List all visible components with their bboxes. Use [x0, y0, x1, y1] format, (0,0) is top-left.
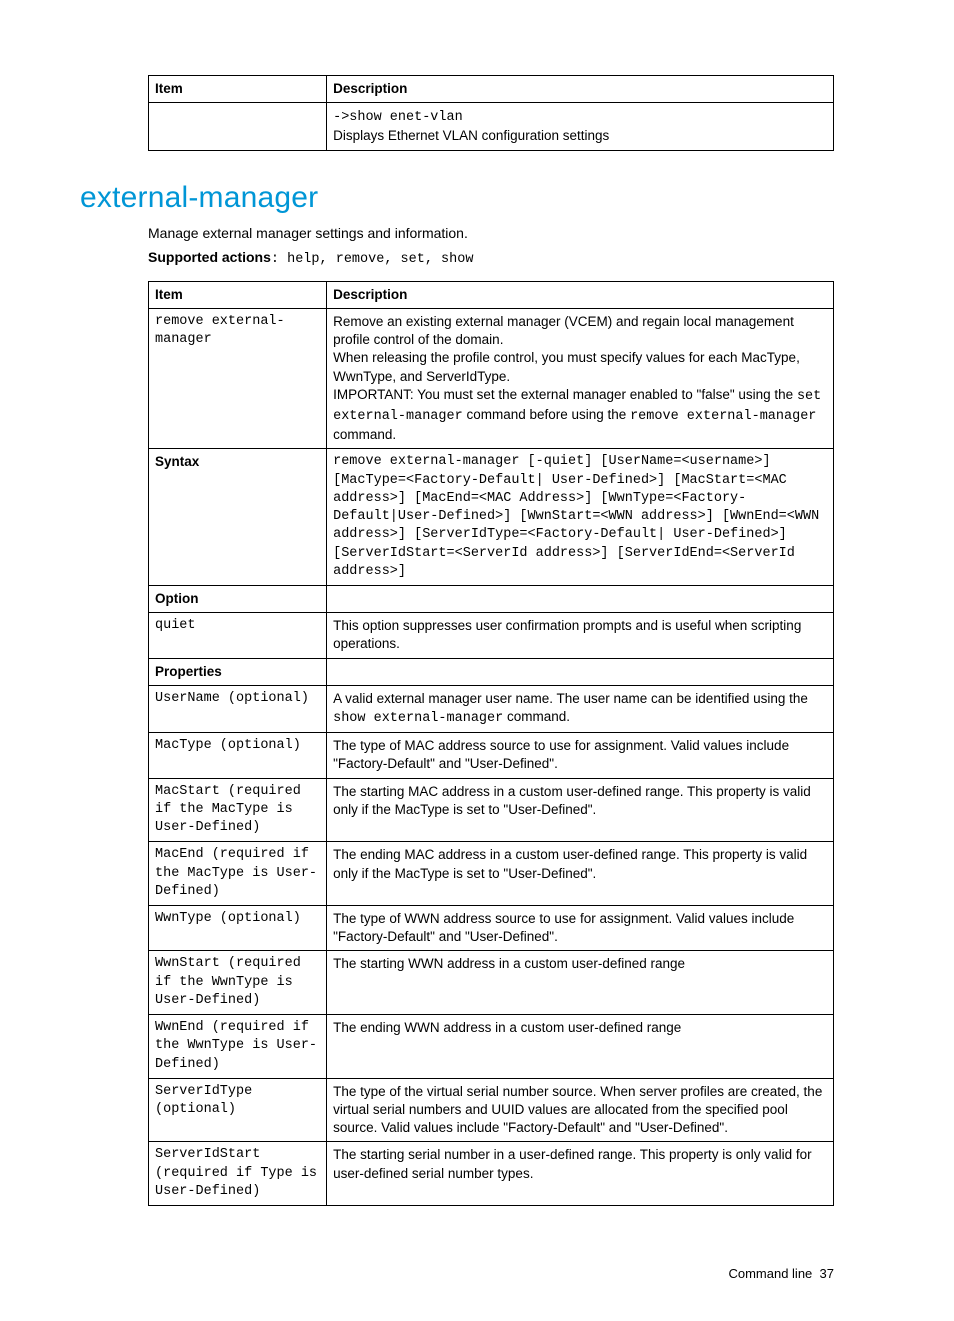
cell-syntax: remove external-manager [-quiet] [UserNa… — [327, 449, 834, 586]
cell-label: Option — [149, 585, 327, 612]
cell-item: MacEnd (required if the MacType is User-… — [149, 842, 327, 906]
table-row: remove external-manager Remove an existi… — [149, 308, 834, 449]
table-row: Item Description — [149, 281, 834, 308]
header-item: Item — [149, 281, 327, 308]
table-enet-vlan: Item Description ->show enet-vlan Displa… — [148, 75, 834, 151]
cell-command: remove external-manager — [149, 308, 327, 449]
table-external-manager: Item Description remove external-manager… — [148, 281, 834, 1206]
table-row: WwnType (optional) The type of WWN addre… — [149, 906, 834, 951]
cell-empty — [327, 658, 834, 685]
text: Remove an existing external manager (VCE… — [333, 314, 794, 347]
cell-item: WwnType (optional) — [149, 906, 327, 951]
table-row: ServerIdStart (required if Type is User-… — [149, 1142, 834, 1206]
cell-description: The type of MAC address source to use fo… — [327, 733, 834, 778]
cell-empty — [327, 585, 834, 612]
cell-description: The ending MAC address in a custom user-… — [327, 842, 834, 906]
cell-item: ServerIdType (optional) — [149, 1078, 327, 1142]
cell-description: ->show enet-vlan Displays Ethernet VLAN … — [327, 103, 834, 150]
code-text: remove external-manager — [630, 409, 816, 424]
text: A valid external manager user name. The … — [333, 691, 808, 706]
text: command. — [333, 427, 396, 442]
cell-item: WwnStart (required if the WwnType is Use… — [149, 951, 327, 1015]
cell-description: The type of the virtual serial number so… — [327, 1078, 834, 1142]
cell-item — [149, 103, 327, 150]
properties-label: Properties — [155, 664, 222, 679]
section-intro: Manage external manager settings and inf… — [148, 225, 834, 241]
table-row: ServerIdType (optional) The type of the … — [149, 1078, 834, 1142]
section-title: external-manager — [80, 181, 834, 215]
cell-description: This option suppresses user confirmation… — [327, 613, 834, 658]
table-row: Item Description — [149, 76, 834, 103]
table-row: MacEnd (required if the MacType is User-… — [149, 842, 834, 906]
table-row: Properties — [149, 658, 834, 685]
table-row: Syntax remove external-manager [-quiet] … — [149, 449, 834, 586]
cell-label: Syntax — [149, 449, 327, 586]
cell-description: The ending WWN address in a custom user-… — [327, 1015, 834, 1079]
cell-description: The starting WWN address in a custom use… — [327, 951, 834, 1015]
table-row: MacType (optional) The type of MAC addre… — [149, 733, 834, 778]
cell-item: ServerIdStart (required if Type is User-… — [149, 1142, 327, 1206]
header-description: Description — [327, 281, 834, 308]
footer-text: Command line — [728, 1266, 812, 1281]
supported-label: Supported actions — [148, 249, 271, 265]
text: command before using the — [463, 407, 630, 422]
cell-label: Properties — [149, 658, 327, 685]
option-label: Option — [155, 591, 199, 606]
page-number: 37 — [820, 1266, 834, 1281]
cell-description: A valid external manager user name. The … — [327, 685, 834, 732]
document-page: Item Description ->show enet-vlan Displa… — [0, 0, 954, 1321]
supported-list: : help, remove, set, show — [271, 252, 474, 267]
table-row: Option — [149, 585, 834, 612]
table-row: WwnStart (required if the WwnType is Use… — [149, 951, 834, 1015]
cell-description: The starting serial number in a user-def… — [327, 1142, 834, 1206]
cell-description: Remove an existing external manager (VCE… — [327, 308, 834, 449]
code-text: ->show enet-vlan — [333, 110, 463, 125]
cell-description: The starting MAC address in a custom use… — [327, 778, 834, 842]
cell-item: UserName (optional) — [149, 685, 327, 732]
code-text: show external-manager — [333, 711, 503, 726]
page-footer: Command line 37 — [80, 1266, 834, 1281]
table-row: UserName (optional) A valid external man… — [149, 685, 834, 732]
cell-item: WwnEnd (required if the WwnType is User-… — [149, 1015, 327, 1079]
cell-item: quiet — [149, 613, 327, 658]
header-item: Item — [149, 76, 327, 103]
text: command. — [503, 709, 570, 724]
table-row: MacStart (required if the MacType is Use… — [149, 778, 834, 842]
cell-item: MacStart (required if the MacType is Use… — [149, 778, 327, 842]
text: When releasing the profile control, you … — [333, 350, 800, 383]
header-description: Description — [327, 76, 834, 103]
text: IMPORTANT: You must set the external man… — [333, 387, 797, 402]
table-row: WwnEnd (required if the WwnType is User-… — [149, 1015, 834, 1079]
table-row: ->show enet-vlan Displays Ethernet VLAN … — [149, 103, 834, 150]
desc-text: Displays Ethernet VLAN configuration set… — [333, 128, 609, 143]
cell-description: The type of WWN address source to use fo… — [327, 906, 834, 951]
supported-actions: Supported actions: help, remove, set, sh… — [148, 249, 834, 267]
syntax-label: Syntax — [155, 454, 199, 469]
table-row: quiet This option suppresses user confir… — [149, 613, 834, 658]
cell-item: MacType (optional) — [149, 733, 327, 778]
